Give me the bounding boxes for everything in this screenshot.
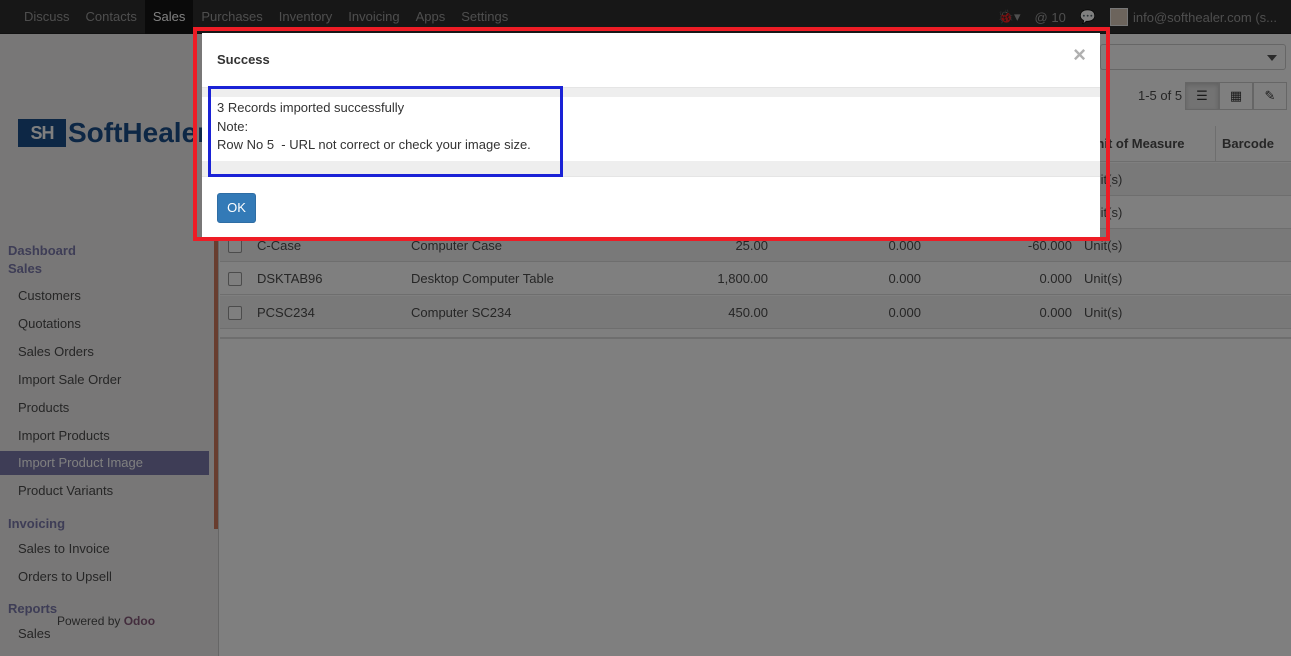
highlight-box-blue [208,86,563,177]
